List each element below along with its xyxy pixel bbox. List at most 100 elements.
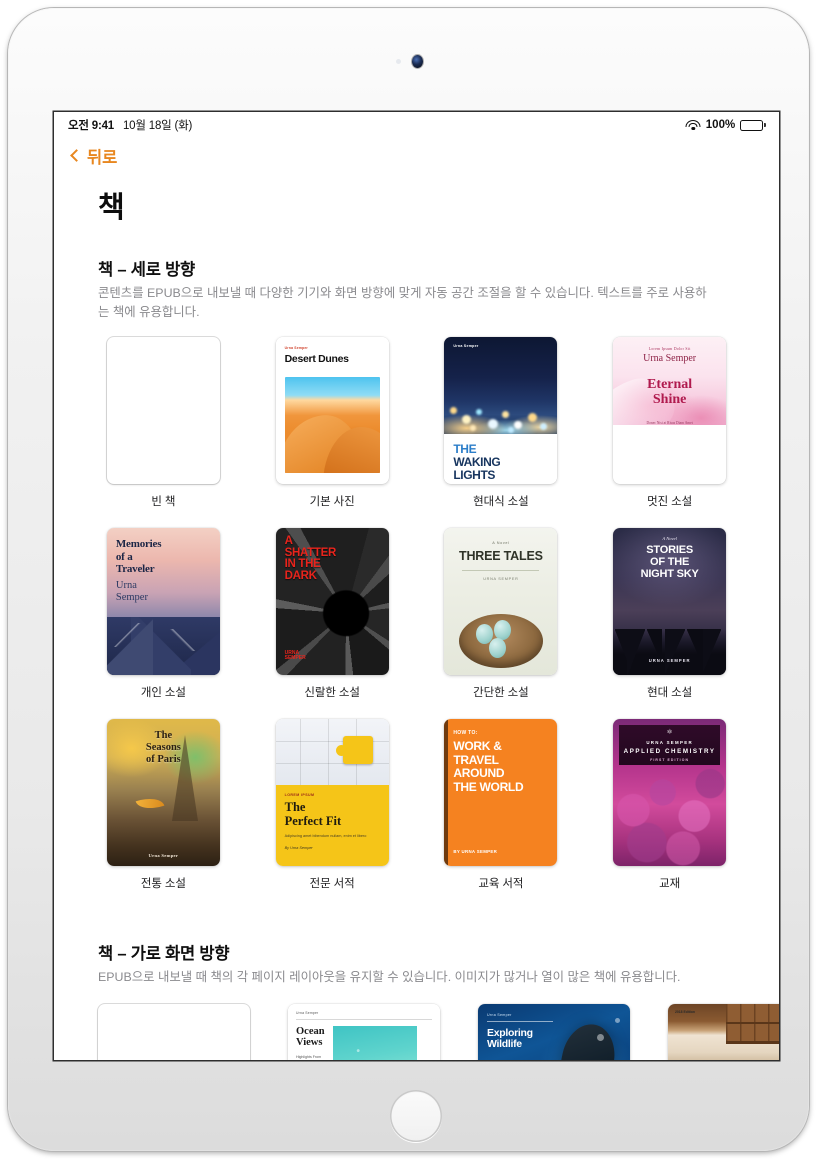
cover-title: APPLIED CHEMISTRY bbox=[623, 748, 716, 756]
book-cover-the-perfect-fit[interactable]: LOREM IPSUM The Perfect Fit Adipiscing a… bbox=[275, 719, 389, 867]
cover-title-line1: The bbox=[154, 730, 173, 742]
cover-title-line4: DARK bbox=[284, 569, 317, 582]
cover-title-line1: A bbox=[284, 535, 293, 548]
template-cell[interactable]: Urna Semper Desert Dunes 기본 사진 bbox=[267, 337, 398, 528]
section-title: 책 – 가로 화면 방향 bbox=[98, 945, 230, 964]
template-cell[interactable]: A SHATTER IN THE DARK URNA SEMPER 신랄한 소설 bbox=[267, 528, 398, 719]
book-cover-three-tales[interactable]: A Novel THREE TALES URNA SEMPER bbox=[444, 528, 558, 676]
cover-title-line2: of a bbox=[115, 550, 133, 563]
cover-author: Urna Semper bbox=[643, 353, 697, 365]
battery-percent-label: 100% bbox=[705, 119, 736, 131]
template-cell[interactable]: 2018 Edition Bakeshop Training The Basic… bbox=[668, 1003, 779, 1060]
template-label: 신랄한 소설 bbox=[304, 687, 360, 700]
book-cover-bakeshop-training[interactable]: 2018 Edition Bakeshop Training The Basic… bbox=[668, 1003, 779, 1060]
template-cell[interactable]: Urna Semper Ocean Views Highlights From … bbox=[288, 1003, 440, 1060]
cover-title-line3: Traveler bbox=[115, 562, 155, 575]
cover-title-line3: AROUND bbox=[453, 766, 505, 781]
template-cell[interactable]: Memories of a Traveler Urna Semper 개인 소설 bbox=[98, 528, 229, 719]
cover-title-line1: WORK & bbox=[453, 739, 502, 754]
cover-author: URNA SEMPER bbox=[646, 740, 693, 746]
ambient-light-sensor bbox=[396, 59, 401, 64]
template-label: 교재 bbox=[659, 878, 681, 891]
cover-subtitle-line1: Highlights From bbox=[296, 1055, 322, 1060]
template-label: 멋진 소설 bbox=[647, 496, 693, 509]
book-cover-desert-dunes[interactable]: Urna Semper Desert Dunes bbox=[275, 337, 389, 485]
cover-title-line1: Memories bbox=[115, 538, 162, 551]
template-cell[interactable]: The Seasons of Paris Urna Semper 전통 소설 bbox=[98, 719, 229, 910]
template-label: 현대 소설 bbox=[647, 687, 693, 700]
status-bar-left: 오전 9:41 10월 18일 (화) bbox=[68, 117, 192, 133]
cover-title-line3: NIGHT SKY bbox=[640, 567, 699, 580]
cover-title-line3: of Paris bbox=[146, 754, 181, 766]
battery-full-icon bbox=[740, 119, 766, 131]
book-cover-ocean-views[interactable]: Urna Semper Ocean Views Highlights From … bbox=[288, 1003, 440, 1060]
book-cover-exploring-wildlife[interactable]: Urna Semper Exploring Wildlife bbox=[478, 1003, 630, 1060]
template-cell[interactable]: HOW TO: WORK & TRAVEL AROUND THE WORLD B… bbox=[436, 719, 567, 910]
cover-author: By Urna Semper bbox=[284, 845, 313, 850]
cover-edition: FIRST EDITION bbox=[650, 758, 690, 763]
nest-photo bbox=[458, 614, 543, 669]
front-camera bbox=[412, 55, 423, 68]
cover-kicker: Urna Semper bbox=[296, 1010, 319, 1015]
divider bbox=[462, 570, 540, 572]
cover-author: URNA SEMPER bbox=[483, 577, 519, 582]
cover-title: Desert Dunes bbox=[284, 353, 349, 366]
book-cover-stories-of-the-night-sky[interactable]: A Novel STORIES OF THE NIGHT SKY URNA SE… bbox=[613, 528, 727, 676]
template-label: 개인 소설 bbox=[140, 687, 186, 700]
template-cell[interactable]: 빈 책 bbox=[98, 337, 229, 528]
template-cell[interactable]: Urna Semper Exploring Wildlife 야생 사진 bbox=[478, 1003, 630, 1060]
cover-title-line2: Shine bbox=[652, 391, 687, 407]
template-cell[interactable]: Lorem Ipsum Dolor Sit Urna Semper Eterna… bbox=[604, 337, 735, 528]
puzzle-photo bbox=[275, 719, 389, 786]
cover-title-line4: THE WORLD bbox=[453, 779, 524, 794]
cover-author: URNA SEMPER bbox=[648, 658, 691, 664]
template-cell[interactable]: Urna Semper THE WAKING LIGHTS 현대식 소설 bbox=[436, 337, 567, 528]
cover-author-line2: SEMPER bbox=[284, 654, 306, 661]
cityscape-photo bbox=[444, 337, 558, 435]
cover-author: URNA SEMPER bbox=[284, 650, 306, 662]
back-button-label: 뒤로 bbox=[87, 149, 118, 167]
home-button[interactable] bbox=[390, 1090, 442, 1142]
status-time: 오전 9:41 bbox=[68, 120, 114, 132]
template-label: 기본 사진 bbox=[309, 496, 355, 509]
template-label: 빈 책 bbox=[151, 496, 176, 509]
template-cell[interactable]: LOREM IPSUM The Perfect Fit Adipiscing a… bbox=[267, 719, 398, 910]
desert-photo bbox=[284, 377, 380, 474]
cover-title-line2: Seasons bbox=[145, 742, 181, 754]
wifi-icon bbox=[685, 119, 701, 131]
template-cell[interactable]: 빈 책 bbox=[98, 1003, 250, 1060]
template-label: 교육 서적 bbox=[478, 878, 524, 891]
template-cell[interactable]: A Novel STORIES OF THE NIGHT SKY URNA SE… bbox=[604, 528, 735, 719]
book-cover-waking-lights[interactable]: Urna Semper THE WAKING LIGHTS bbox=[444, 337, 558, 485]
cover-author-line1: Urna bbox=[115, 580, 137, 592]
book-spine bbox=[444, 719, 449, 867]
template-label: 간단한 소설 bbox=[473, 687, 529, 700]
template-cell[interactable]: A Novel THREE TALES URNA SEMPER 간단한 소설 bbox=[436, 528, 567, 719]
book-cover-memories-of-a-traveler[interactable]: Memories of a Traveler Urna Semper bbox=[106, 528, 220, 676]
atom-icon: ⚛ bbox=[666, 729, 673, 737]
book-cover-work-and-travel[interactable]: HOW TO: WORK & TRAVEL AROUND THE WORLD B… bbox=[444, 719, 558, 867]
book-cover-eternal-shine[interactable]: Lorem Ipsum Dolor Sit Urna Semper Eterna… bbox=[613, 337, 727, 485]
divider bbox=[296, 1018, 432, 1020]
cover-title-line3: LIGHTS bbox=[453, 468, 495, 483]
template-cell[interactable]: ⚛ URNA SEMPER APPLIED CHEMISTRY FIRST ED… bbox=[604, 719, 735, 910]
book-cover-applied-chemistry[interactable]: ⚛ URNA SEMPER APPLIED CHEMISTRY FIRST ED… bbox=[613, 719, 727, 867]
cover-author: Urna Semper bbox=[453, 344, 479, 349]
book-cover-the-seasons-of-paris[interactable]: The Seasons of Paris Urna Semper bbox=[106, 719, 220, 867]
template-label: 전통 소설 bbox=[140, 878, 186, 891]
cover-kicker: A Novel bbox=[662, 536, 677, 542]
back-button[interactable]: 뒤로 bbox=[70, 144, 118, 168]
cover-author: Urna Semper bbox=[148, 853, 179, 859]
cover-title-line2: Views bbox=[296, 1036, 323, 1048]
template-chooser-content: 책 책 – 세로 방향 콘텐츠를 EPUB으로 내보낼 때 다양한 기기와 화면… bbox=[54, 184, 779, 1060]
book-cover-blank[interactable] bbox=[106, 337, 220, 485]
section-description: 콘텐츠를 EPUB으로 내보낼 때 다양한 기기와 화면 방향에 맞게 자동 공… bbox=[98, 286, 707, 319]
status-date: 10월 18일 (화) bbox=[122, 120, 193, 132]
cover-subtitle: Donec Nisi at Risus Diam Amet bbox=[646, 421, 693, 426]
template-grid-portrait: 빈 책 Urna Semper Desert Dunes 기본 사진 Urna … bbox=[98, 337, 735, 910]
cover-title-line1: Ocean bbox=[296, 1025, 325, 1037]
cover-author-line2: Semper bbox=[115, 592, 148, 604]
cover-kicker: LOREM IPSUM bbox=[284, 793, 315, 798]
book-cover-blank-landscape[interactable] bbox=[98, 1003, 250, 1060]
book-cover-a-shatter-in-the-dark[interactable]: A SHATTER IN THE DARK URNA SEMPER bbox=[275, 528, 389, 676]
